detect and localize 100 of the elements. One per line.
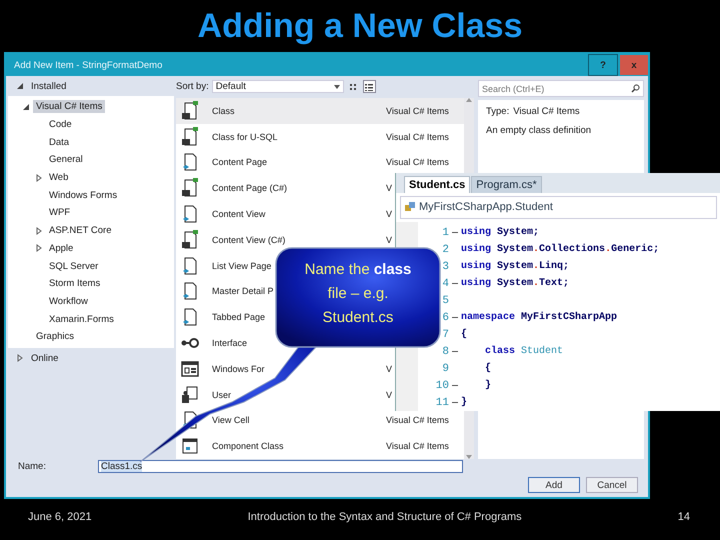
- template-name[interactable]: List View Page: [212, 260, 272, 271]
- fold-marker[interactable]: [452, 351, 458, 352]
- tree-item[interactable]: Visual C# Items: [33, 100, 106, 114]
- tree-item[interactable]: ASP.NET Core: [46, 224, 114, 238]
- tree-item[interactable]: Workflow: [46, 294, 91, 308]
- tree-item[interactable]: Code: [46, 118, 75, 132]
- template-type: Visual C# Items: [386, 132, 449, 142]
- help-button[interactable]: ?: [588, 54, 618, 76]
- scroll-down-arrow-icon[interactable]: [466, 455, 472, 459]
- code-line: namespace MyFirstCSharpApp: [461, 312, 618, 323]
- expanded-arrow-icon[interactable]: [16, 82, 24, 90]
- template-type: V: [386, 364, 392, 374]
- scroll-up-arrow-icon[interactable]: [466, 98, 472, 102]
- component-icon: [180, 436, 200, 456]
- template-type: V: [386, 208, 392, 219]
- tree-item[interactable]: Graphics: [33, 330, 78, 344]
- code-line: using System.Collections.Generic;: [461, 244, 660, 255]
- template-name[interactable]: Content View: [212, 208, 266, 219]
- close-button[interactable]: x: [620, 55, 648, 75]
- template-type: V: [386, 234, 392, 245]
- tree-header[interactable]: Installed: [31, 80, 66, 92]
- template-name[interactable]: Content Page: [212, 157, 268, 168]
- template-type: Visual C# Items: [386, 157, 449, 168]
- collapsed-arrow-icon[interactable]: [35, 244, 43, 252]
- template-name[interactable]: View Cell: [212, 415, 250, 426]
- class-file-icon: [180, 178, 200, 198]
- type-value: Visual C# Items: [513, 106, 580, 117]
- fold-marker[interactable]: [452, 283, 458, 284]
- slide-number: 14: [678, 510, 690, 522]
- sort-dropdown[interactable]: Default: [212, 80, 344, 94]
- cancel-button[interactable]: Cancel: [586, 477, 638, 493]
- tree-item[interactable]: Data: [46, 136, 72, 149]
- tree-item[interactable]: Storm Items: [46, 277, 104, 290]
- code-line: }: [461, 397, 468, 408]
- file-tab[interactable]: Student.cs: [404, 176, 470, 193]
- code-line: {: [484, 363, 492, 374]
- template-row[interactable]: Class Visual C# Items: [176, 98, 464, 124]
- code-line: using System;: [461, 227, 540, 238]
- tree-item[interactable]: Web: [46, 171, 72, 184]
- line-number: 1: [441, 226, 449, 238]
- tree-item[interactable]: Xamarin.Forms: [46, 312, 117, 326]
- grid-icon: [349, 82, 358, 91]
- line-number: 2: [441, 244, 449, 256]
- code-line: using System.Linq;: [461, 261, 570, 272]
- collapsed-arrow-icon[interactable]: [16, 354, 24, 362]
- fold-marker[interactable]: [452, 385, 458, 386]
- template-name[interactable]: Master Detail P: [212, 286, 274, 296]
- fold-marker[interactable]: [452, 232, 458, 233]
- callout-text: Name the class file – e.g. Student.cs: [304, 260, 412, 328]
- line-number: 4: [441, 278, 449, 290]
- template-name[interactable]: User: [212, 390, 232, 400]
- tree-header[interactable]: Online: [31, 352, 58, 364]
- line-number: 5: [441, 294, 449, 306]
- tree-item[interactable]: General: [46, 153, 86, 166]
- search-icon: [631, 84, 640, 93]
- expanded-arrow-icon[interactable]: [22, 102, 30, 111]
- template-name[interactable]: Content Page (C#): [212, 183, 288, 194]
- slide-date: June 6, 2021: [28, 510, 92, 522]
- template-type: V: [386, 390, 392, 400]
- breadcrumb-text: MyFirstCSharpApp.Student: [419, 201, 553, 214]
- form-icon: [180, 358, 200, 379]
- class-icon: [404, 201, 416, 214]
- file-tab[interactable]: Program.cs*: [471, 176, 542, 193]
- code-line: class Student: [484, 346, 564, 357]
- list-view-button[interactable]: [362, 80, 376, 94]
- line-number: 8: [441, 346, 449, 358]
- slide-title: Adding a New Class: [198, 6, 522, 46]
- collapsed-arrow-icon[interactable]: [35, 226, 43, 235]
- fold-marker[interactable]: [452, 402, 458, 403]
- window-title: Add New Item - StringFormatDemo: [13, 60, 164, 70]
- line-number: 11: [434, 396, 449, 408]
- template-type: V: [386, 183, 392, 194]
- template-type: Visual C# Items: [386, 441, 449, 452]
- template-name[interactable]: Component Class: [212, 441, 284, 452]
- type-label: Type:: [486, 106, 510, 117]
- add-button[interactable]: Add: [528, 477, 580, 493]
- line-number: 7: [441, 328, 449, 340]
- tree-item[interactable]: Windows Forms: [46, 188, 120, 202]
- line-number: 10: [434, 380, 449, 392]
- name-field[interactable]: Class1.cs: [98, 460, 463, 472]
- template-name[interactable]: Class for U-SQL: [212, 132, 278, 142]
- code-line: using System.Text;: [461, 278, 570, 289]
- tree-item[interactable]: SQL Server: [46, 260, 102, 273]
- tree-item[interactable]: Apple: [46, 242, 76, 255]
- template-name[interactable]: Interface: [212, 338, 248, 348]
- fold-marker[interactable]: [452, 317, 458, 318]
- search-field[interactable]: Search (Ctrl+E): [478, 80, 644, 97]
- code-line: }: [484, 380, 492, 391]
- sort-label: Sort by:: [176, 81, 209, 92]
- template-name[interactable]: Tabbed Page: [212, 312, 266, 322]
- tree-item[interactable]: WPF: [46, 206, 74, 220]
- template-name[interactable]: Windows For: [212, 364, 265, 374]
- template-name[interactable]: Content View (C#): [212, 234, 286, 245]
- name-label: Name:: [17, 460, 47, 472]
- line-number: 6: [441, 312, 449, 324]
- line-number: 9: [441, 362, 449, 374]
- navigation-bar[interactable]: MyFirstCSharpApp.Student: [400, 196, 717, 219]
- collapsed-arrow-icon[interactable]: [35, 174, 43, 182]
- list-icon: [365, 82, 374, 91]
- dropdown-caret-icon: [334, 84, 340, 89]
